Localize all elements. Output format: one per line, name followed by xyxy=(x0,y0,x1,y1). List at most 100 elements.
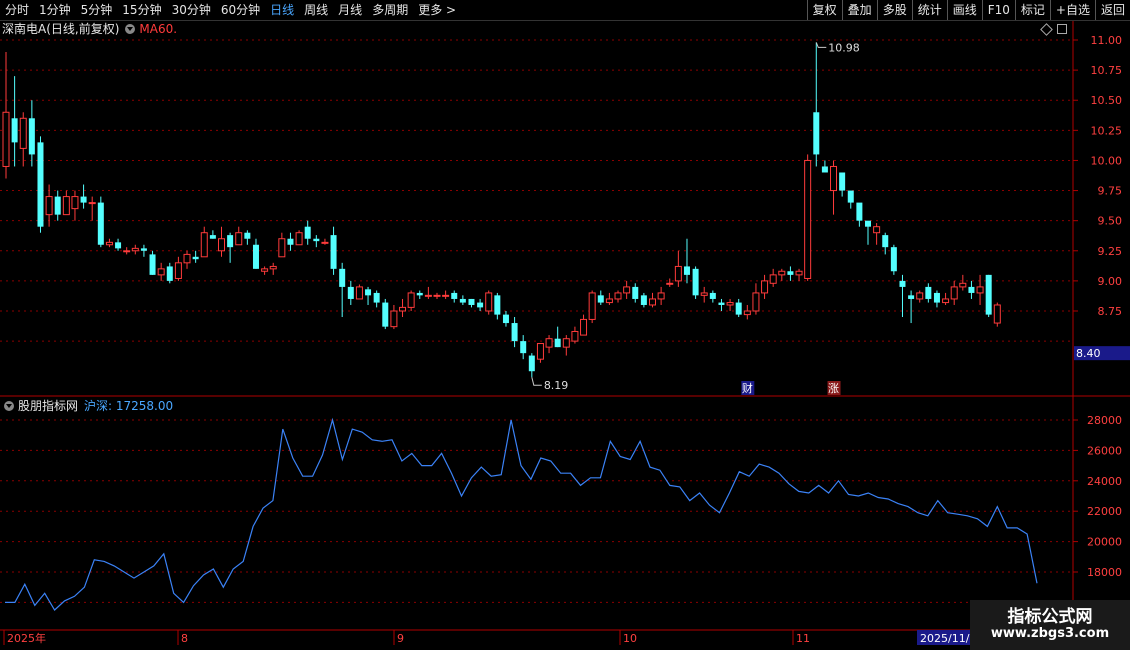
price-axis-label: 10.75 xyxy=(1091,64,1123,77)
candle-body-down xyxy=(692,268,699,296)
price-axis-label: 11.00 xyxy=(1091,34,1123,47)
candle-body-up xyxy=(666,282,674,285)
candle-body-down xyxy=(856,202,863,221)
candle-body-down xyxy=(632,286,639,299)
date-axis-label: 8 xyxy=(181,632,188,645)
price-axis-label: 9.50 xyxy=(1098,215,1123,228)
stock-chart[interactable]: 11.00 10.75 10.50 10.25 10.00 9.75 9.50 9.25 9.0… xyxy=(0,0,1130,650)
candle-body-up xyxy=(605,298,613,304)
candle-body-up xyxy=(174,262,182,279)
candle-body-down xyxy=(97,202,104,245)
stock-title[interactable]: 深南电A(日线,前复权) xyxy=(2,21,119,37)
candle-body-up xyxy=(295,232,303,246)
candle-body-down xyxy=(968,286,975,293)
ma-indicator-label[interactable]: MA60. xyxy=(139,21,177,37)
candle-body-down xyxy=(287,238,294,245)
candle-body-down xyxy=(304,226,311,239)
high-price-label: 10.98 xyxy=(828,41,860,54)
candle-body-down xyxy=(339,268,346,287)
candle-body-up xyxy=(942,298,950,304)
candle-body-down xyxy=(640,295,647,305)
diamond-icon[interactable] xyxy=(1040,23,1053,36)
indicator-axis-label: 18000 xyxy=(1087,566,1122,579)
candle-body-down xyxy=(313,238,320,242)
candle-body-down xyxy=(821,166,828,173)
candle-body-down xyxy=(192,256,199,260)
candle-body-up xyxy=(674,265,682,282)
main-chart-header: 深南电A(日线,前复权) MA60. xyxy=(2,21,177,37)
candle-body-up xyxy=(157,268,165,276)
candle-body-down xyxy=(382,302,389,327)
low-price-label: 8.19 xyxy=(544,379,569,392)
dropdown-circle-icon[interactable] xyxy=(125,24,136,34)
candle-body-up xyxy=(390,310,398,328)
candle-body-down xyxy=(933,292,940,303)
price-axis-label: 9.75 xyxy=(1098,185,1123,198)
candle-body-up xyxy=(545,338,553,348)
candle-body-up xyxy=(571,330,579,342)
candle-body-down xyxy=(882,235,889,248)
candle-body-up xyxy=(623,286,631,294)
indicator-line xyxy=(5,417,1038,611)
candle-body-up xyxy=(433,294,441,297)
candle-body-up xyxy=(218,238,225,252)
candle-body-down xyxy=(899,280,906,287)
candle-body-up xyxy=(649,298,656,306)
candle-body-down xyxy=(985,274,992,315)
candle-body-up xyxy=(71,196,79,210)
candle-body-down xyxy=(847,190,854,203)
candle-body-down xyxy=(244,232,251,239)
candle-body-up xyxy=(562,338,570,348)
candle-body-up xyxy=(761,280,769,294)
date-axis-label: 2025年 xyxy=(7,631,46,645)
candle-body-up xyxy=(123,250,131,253)
candle-body-down xyxy=(718,302,725,305)
candle-body-up xyxy=(105,241,113,246)
price-axis-label: 10.00 xyxy=(1091,154,1123,167)
candle-body-up xyxy=(959,282,967,288)
indicator-axis-label: 28000 xyxy=(1087,414,1122,427)
low-marker-line xyxy=(531,377,542,386)
candle-body-down xyxy=(54,196,61,215)
candle-body-up xyxy=(19,117,27,149)
candle-body-up xyxy=(269,265,277,270)
square-icon[interactable] xyxy=(1057,24,1067,34)
candle-body-up xyxy=(399,306,407,312)
candle-body-down xyxy=(227,235,234,248)
high-marker-line xyxy=(815,42,827,48)
candle-body-up xyxy=(993,304,1001,324)
candle-body-down xyxy=(839,172,846,191)
candle-body-up xyxy=(743,310,751,316)
candle-body-down xyxy=(347,286,354,299)
candle-body-up xyxy=(355,286,363,300)
candle-body-down xyxy=(28,118,35,155)
current-price-label: 8.40 xyxy=(1076,347,1101,360)
indicator-axis-label: 20000 xyxy=(1087,536,1122,549)
candle-body-up xyxy=(536,343,544,360)
candle-body-up xyxy=(580,318,588,336)
candle-body-up xyxy=(261,268,269,272)
candle-body-up xyxy=(916,292,924,300)
candle-body-down xyxy=(787,271,794,275)
candle-body-down xyxy=(115,242,122,249)
candle-body-down xyxy=(149,254,156,275)
candle-body-up xyxy=(976,286,984,294)
candle-body-up xyxy=(588,292,596,320)
indicator-name[interactable]: 股朋指标网 xyxy=(18,398,78,414)
price-axis-label: 10.50 xyxy=(1091,94,1123,107)
candle-body-up xyxy=(200,232,208,258)
date-axis-label: 2025/11/1 xyxy=(920,632,976,645)
indicator-dropdown-icon[interactable] xyxy=(4,401,14,411)
candle-body-down xyxy=(890,247,897,272)
candle-body-down xyxy=(365,289,372,296)
candle-body-down xyxy=(468,298,475,305)
candle-body-down xyxy=(511,323,518,342)
candle-body-down xyxy=(451,292,458,299)
candle-body-up xyxy=(278,238,286,258)
candle-body-up xyxy=(873,226,881,234)
candle-body-down xyxy=(252,244,259,269)
candle-body-down xyxy=(140,248,147,251)
watermark-title: 指标公式网 xyxy=(1007,607,1093,627)
candle-body-down xyxy=(683,266,690,275)
candle-body-up xyxy=(700,292,708,296)
